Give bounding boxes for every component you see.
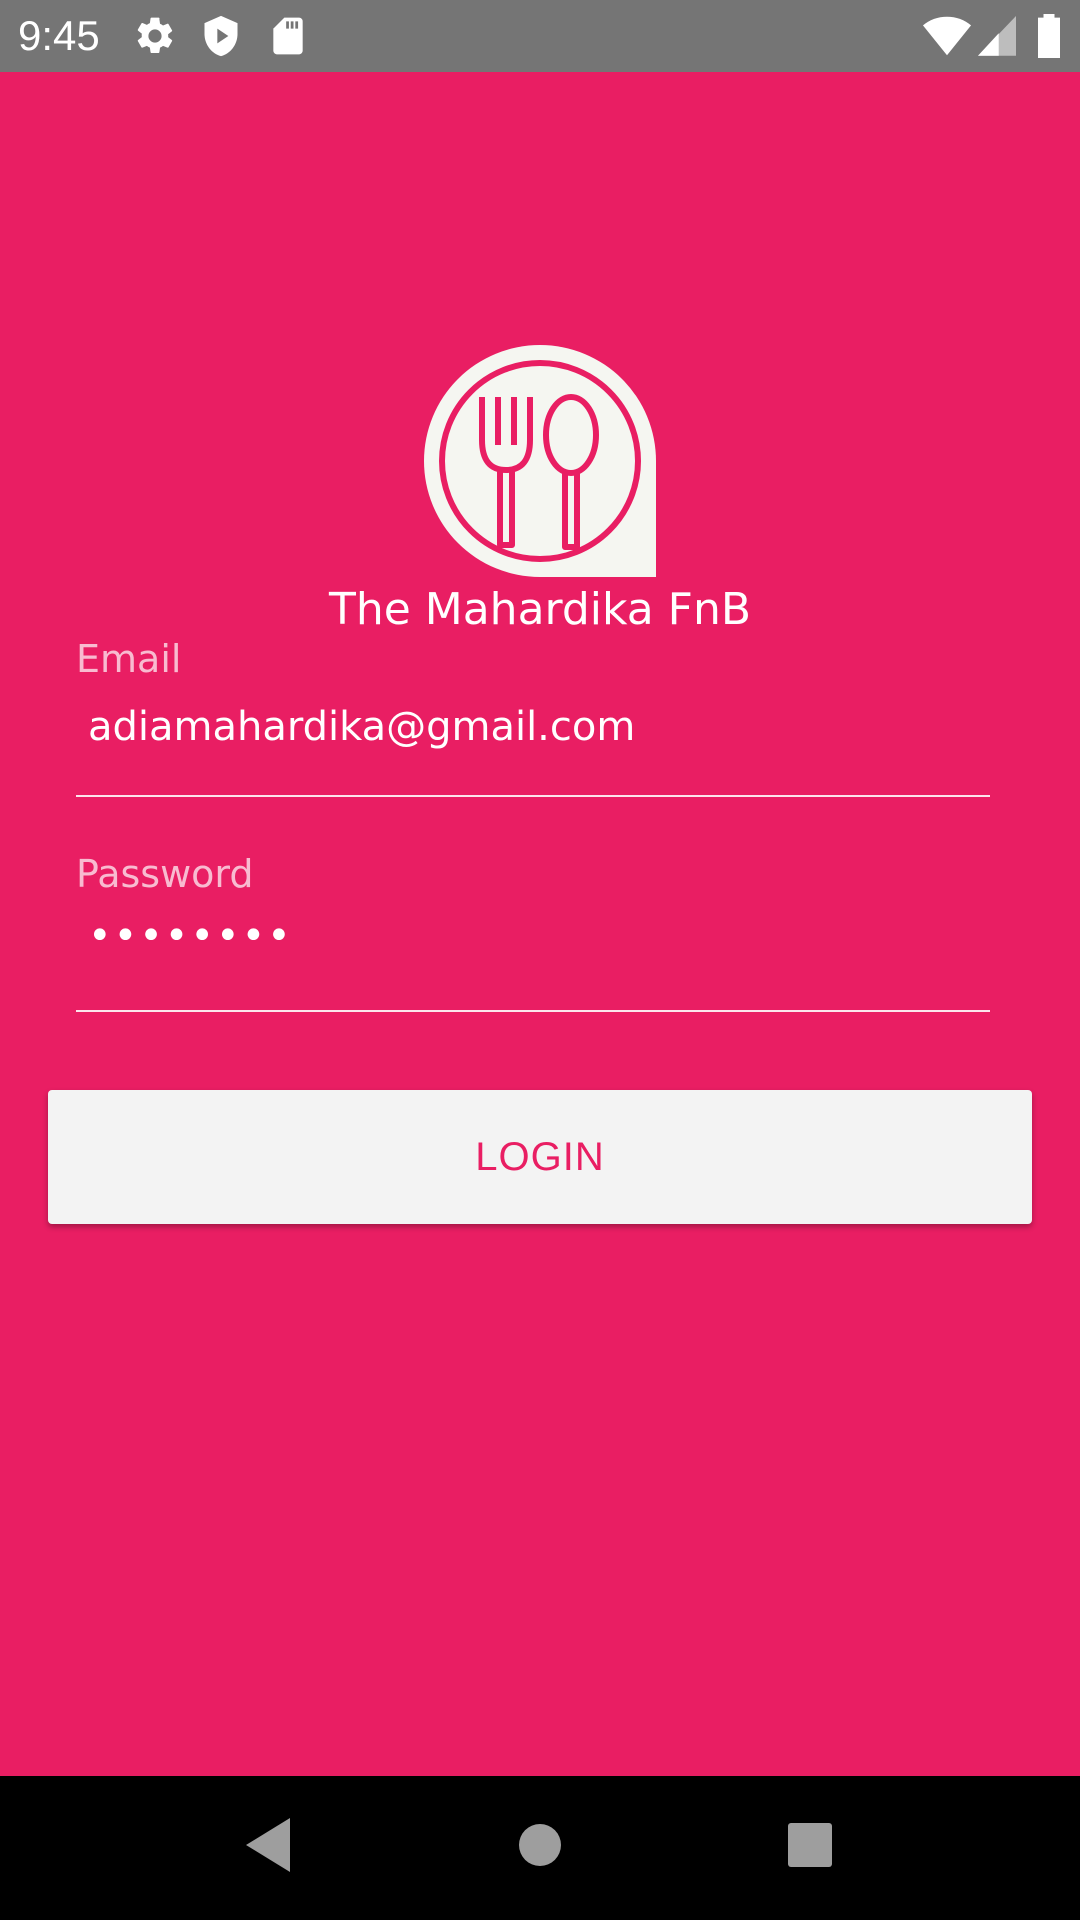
password-field[interactable]: •••••••• [88,910,988,962]
recents-icon[interactable] [786,1816,834,1874]
sd-card-icon [273,17,303,55]
wifi-icon [922,16,972,56]
navigation-bar [0,1776,1080,1920]
back-icon[interactable] [244,1816,294,1874]
fork-spoon-icon [424,345,656,577]
settings-icon [137,17,173,54]
email-underline [76,795,990,797]
login-button-label: LOGIN [475,1134,605,1179]
cellular-signal-icon [978,16,1016,56]
app-title: The Mahardika FnB [328,584,752,635]
shield-play-icon [204,15,238,57]
email-label: Email [76,637,182,681]
login-screen: The Mahardika FnB Email Password •••••••… [0,72,1080,1776]
email-field[interactable] [88,701,988,753]
home-icon[interactable] [518,1816,562,1874]
password-label: Password [76,852,254,896]
status-bar: 9:45 [0,0,1080,72]
password-underline [76,1010,990,1012]
login-button[interactable]: LOGIN [48,1090,1032,1224]
battery-icon [1038,14,1060,58]
status-time: 9:45 [18,12,100,59]
